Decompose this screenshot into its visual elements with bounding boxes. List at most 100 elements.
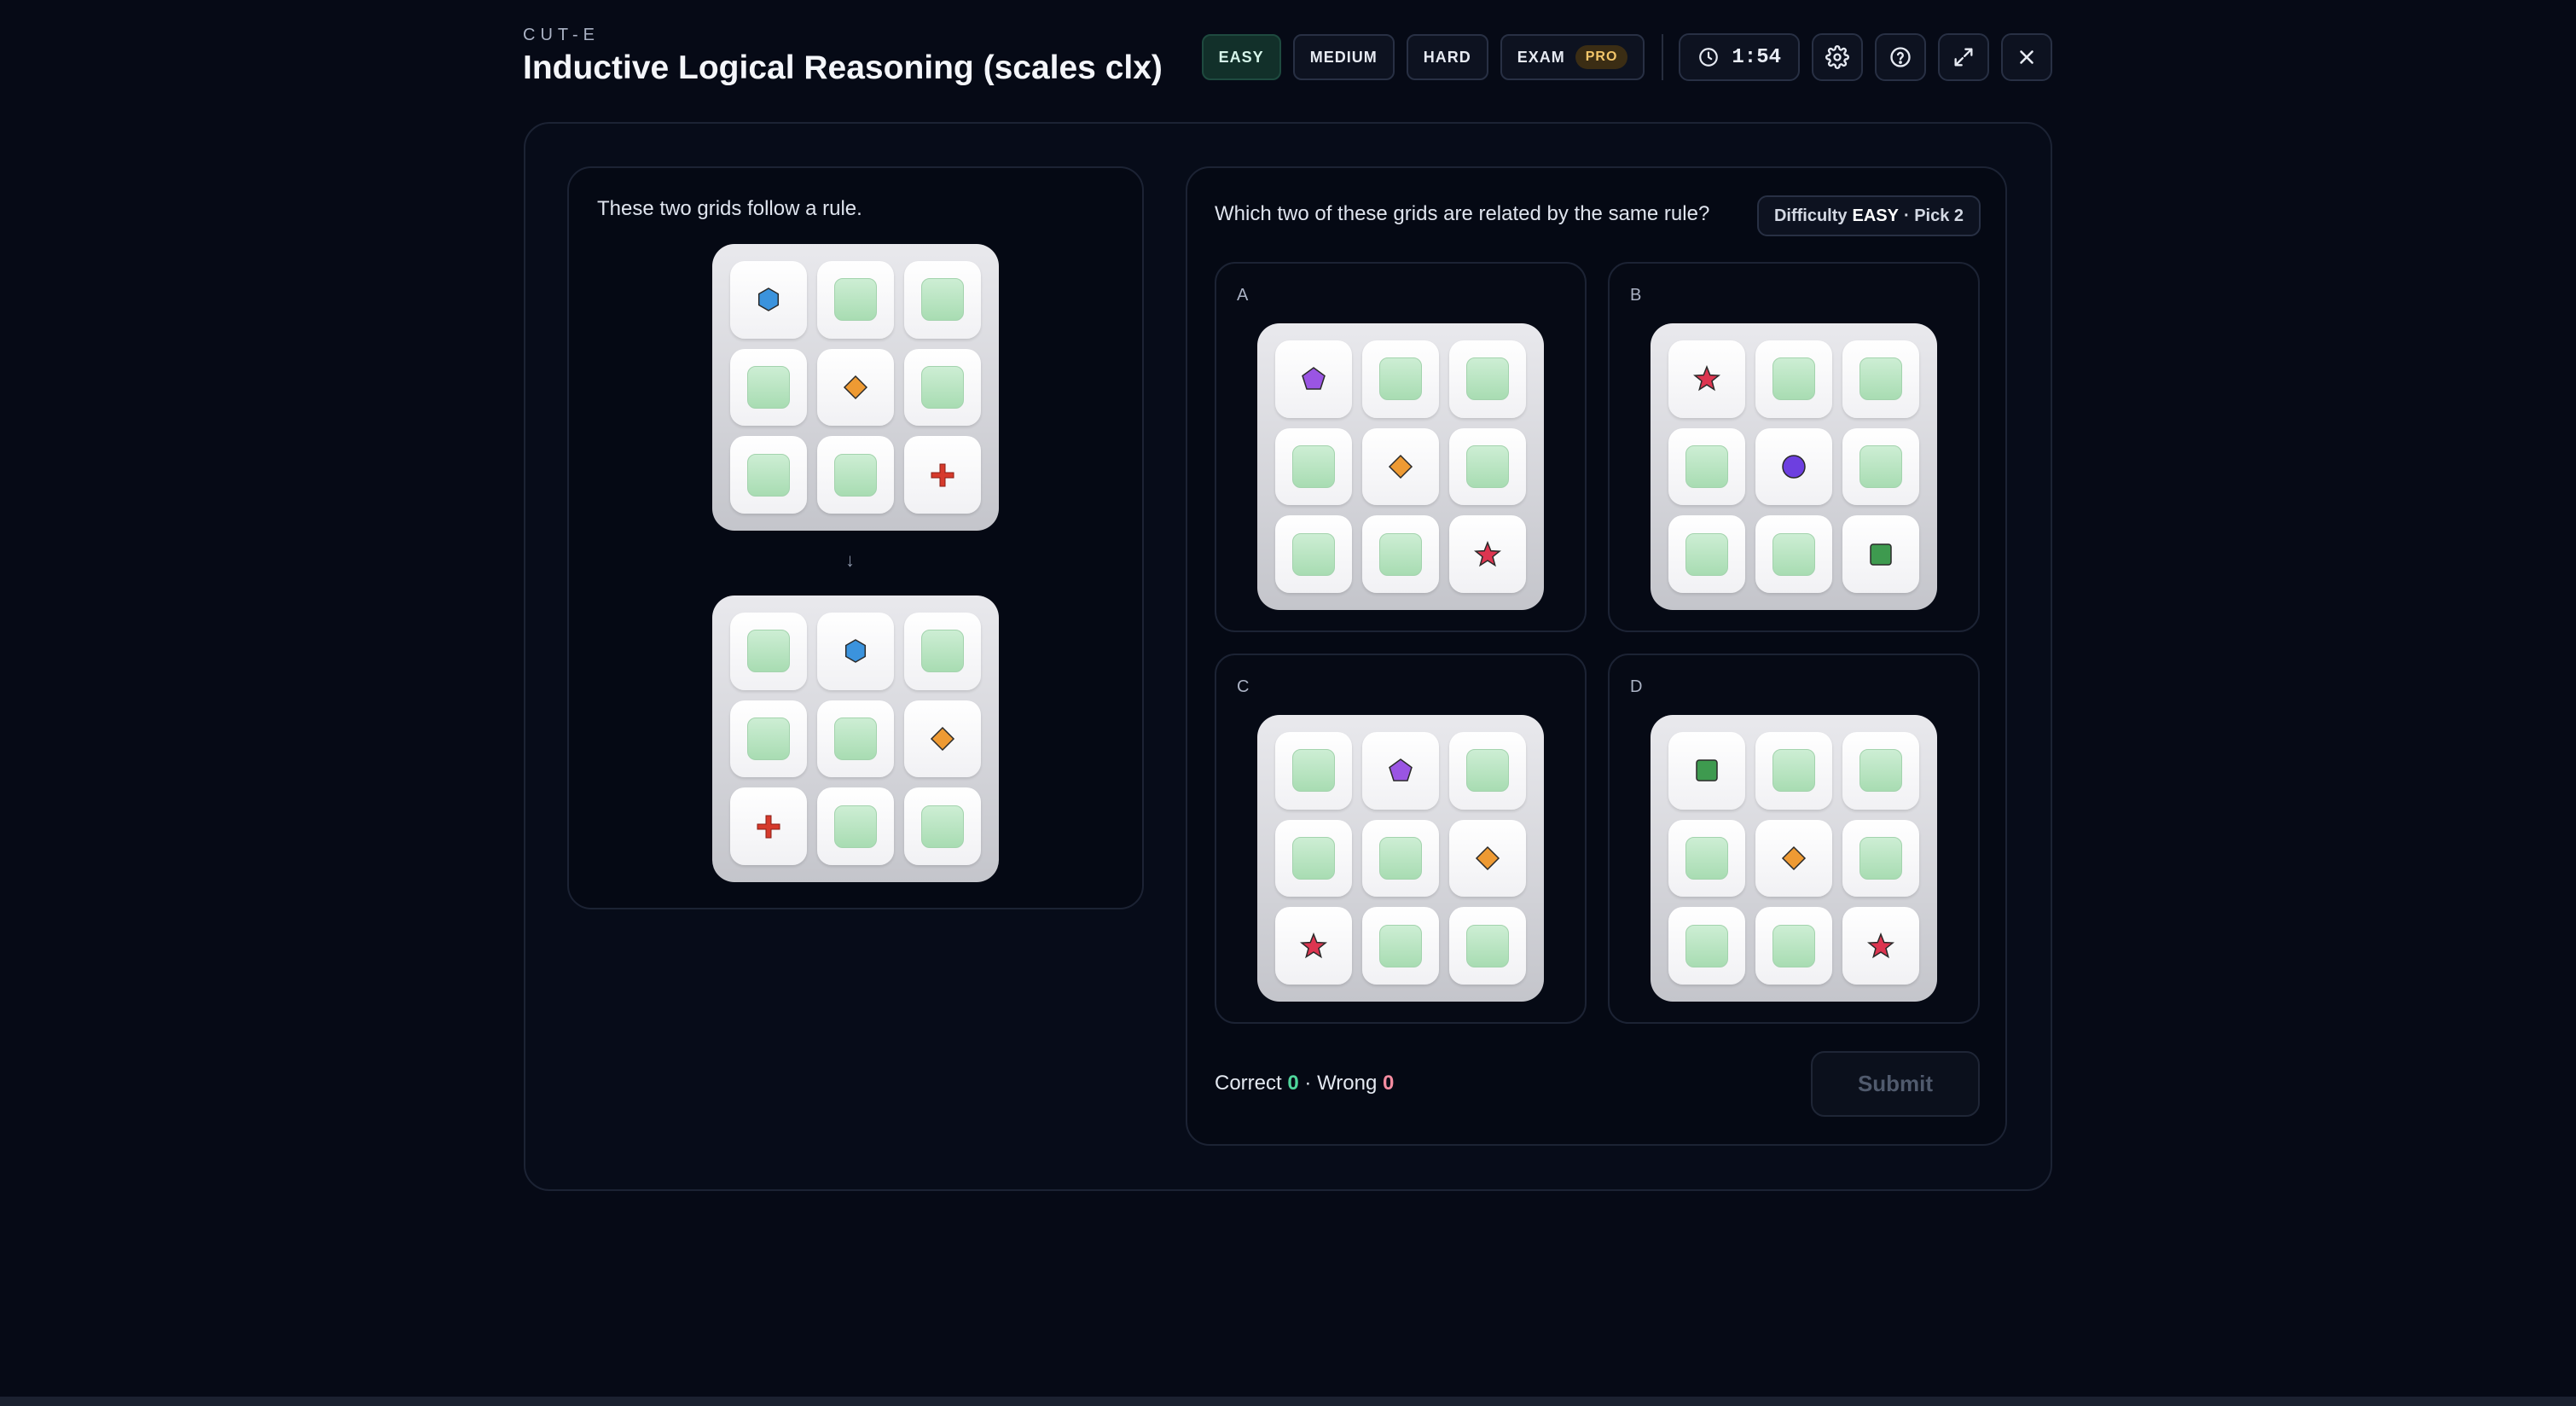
grid-cell — [1668, 732, 1745, 810]
grid-cell — [904, 348, 981, 427]
close-button[interactable] — [2001, 33, 2052, 81]
grid-cell — [1842, 340, 1919, 418]
blank-tile — [1772, 357, 1815, 401]
option-a-grid[interactable] — [1257, 323, 1544, 610]
square-icon — [1693, 757, 1720, 784]
score-readout: Correct 0 · Wrong 0 — [1215, 1072, 1394, 1095]
grid-cell — [817, 261, 894, 339]
expand-icon — [1954, 48, 1973, 67]
blank-tile — [1685, 532, 1728, 576]
difficulty-easy-label: EASY — [1218, 48, 1264, 66]
toolbar-divider — [1662, 34, 1664, 80]
grid-cell — [1842, 907, 1919, 985]
difficulty-exam-button[interactable]: EXAM PRO — [1500, 34, 1645, 80]
difficulty-exam-label: EXAM — [1517, 48, 1565, 66]
question-prompt: Which two of these grids are related by … — [1215, 202, 1710, 225]
blank-tile — [747, 365, 790, 409]
blank-tile — [834, 805, 877, 848]
grid-cell — [1755, 515, 1832, 593]
header: CUT-E Inductive Logical Reasoning (scale… — [523, 24, 2052, 92]
grid-cell — [904, 436, 981, 514]
diamond-icon — [1387, 453, 1414, 480]
grid-cell — [1755, 732, 1832, 810]
grid-cell — [1362, 427, 1439, 506]
grid-cell — [730, 261, 807, 339]
grid-cell — [1755, 907, 1832, 985]
grid-cell — [1668, 427, 1745, 506]
blank-tile — [1466, 924, 1509, 967]
blank-tile — [1379, 532, 1422, 576]
settings-button[interactable] — [1812, 33, 1863, 81]
arrow-down-icon: ↓ — [845, 549, 855, 571]
brand-label: CUT-E — [523, 26, 600, 44]
wrong-label: Wrong — [1317, 1072, 1378, 1095]
grid-cell — [1275, 819, 1352, 898]
option-b-grid[interactable] — [1651, 323, 1937, 610]
grid-cell — [1668, 819, 1745, 898]
grid-cell — [1362, 515, 1439, 593]
blank-tile — [921, 805, 964, 848]
pentagon-icon — [1300, 365, 1327, 392]
star-icon — [1300, 932, 1327, 960]
difficulty-medium-label: MEDIUM — [1309, 48, 1378, 66]
cross-icon — [755, 813, 782, 840]
blank-tile — [1379, 836, 1422, 880]
blank-tile — [834, 717, 877, 760]
difficulty-chip: Difficulty EASY · Pick 2 — [1757, 195, 1981, 236]
grid-cell — [730, 348, 807, 427]
star-icon — [1474, 540, 1501, 568]
blank-tile — [1292, 749, 1335, 793]
grid-cell — [904, 613, 981, 690]
submit-button[interactable]: Submit — [1811, 1051, 1980, 1117]
circle-icon — [1780, 453, 1807, 480]
blank-tile — [1466, 444, 1509, 488]
blank-tile — [1292, 836, 1335, 880]
pentagon-icon — [1387, 757, 1414, 784]
help-icon — [1890, 47, 1911, 67]
grid-cell — [730, 613, 807, 690]
gear-icon — [1825, 45, 1849, 69]
blank-tile — [921, 630, 964, 673]
correct-count: 0 — [1287, 1072, 1299, 1095]
grid-cell — [1668, 340, 1745, 418]
option-label: A — [1237, 286, 1249, 305]
diamond-icon — [929, 725, 956, 752]
difficulty-easy-button[interactable]: EASY — [1201, 34, 1281, 80]
grid-cell — [730, 700, 807, 778]
diamond-icon — [1474, 845, 1501, 872]
rule-grid-before — [712, 244, 999, 531]
difficulty-medium-button[interactable]: MEDIUM — [1292, 34, 1395, 80]
difficulty-hard-button[interactable]: HARD — [1406, 34, 1488, 80]
grid-cell — [1449, 340, 1526, 418]
grid-cell — [1449, 732, 1526, 810]
clock-icon — [1699, 48, 1719, 67]
timer-value: 1:54 — [1732, 45, 1781, 69]
rule-prompt: These two grids follow a rule. — [597, 197, 862, 220]
blank-tile — [1292, 444, 1335, 488]
help-button[interactable] — [1875, 33, 1926, 81]
close-icon — [2020, 50, 2034, 64]
option-label: D — [1630, 677, 1643, 696]
diamond-icon — [842, 374, 869, 401]
diamond-icon — [1780, 845, 1807, 872]
fullscreen-button[interactable] — [1938, 33, 1989, 81]
option-c-grid[interactable] — [1257, 715, 1544, 1002]
grid-cell — [730, 787, 807, 865]
grid-cell — [730, 436, 807, 514]
grid-cell — [1275, 732, 1352, 810]
grid-cell — [817, 348, 894, 427]
blank-tile — [1379, 924, 1422, 967]
wrong-count: 0 — [1383, 1072, 1395, 1095]
grid-cell — [1275, 515, 1352, 593]
blank-tile — [1772, 924, 1815, 967]
difficulty-hard-label: HARD — [1423, 48, 1471, 66]
grid-cell — [904, 787, 981, 865]
option-d-grid[interactable] — [1651, 715, 1937, 1002]
difficulty-chip-level: EASY — [1852, 206, 1899, 225]
blank-tile — [1292, 532, 1335, 576]
grid-cell — [817, 700, 894, 778]
grid-cell — [1755, 340, 1832, 418]
blank-tile — [1859, 444, 1902, 488]
grid-cell — [1449, 515, 1526, 593]
blank-tile — [1859, 749, 1902, 793]
